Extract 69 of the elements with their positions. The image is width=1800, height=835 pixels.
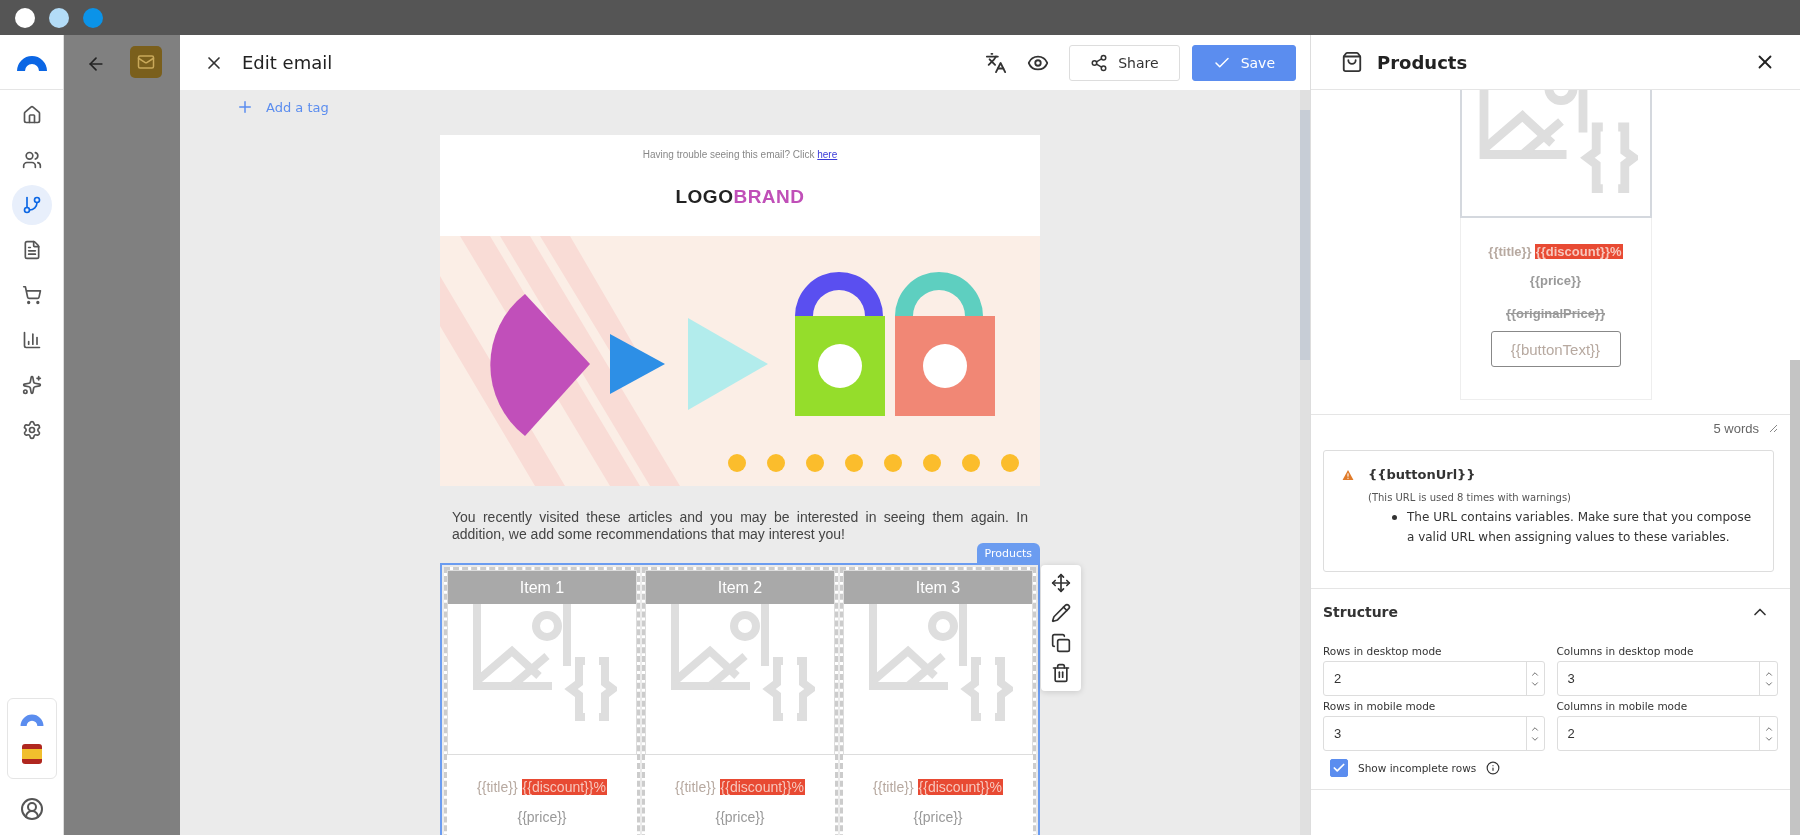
people-icon — [21, 150, 42, 170]
number-field[interactable]: 2 — [1323, 661, 1545, 696]
checkbox[interactable] — [1330, 759, 1348, 777]
section-title: Structure — [1323, 604, 1398, 620]
title-variable: {{title}} — [675, 779, 716, 795]
bar-chart-icon — [21, 330, 42, 350]
home-icon — [21, 105, 42, 125]
discount-variable: {{discount}}% — [521, 779, 607, 795]
title-variable: {{title}} — [477, 779, 518, 795]
body-paragraph: You recently visited these articles and you may be interested in seeing them again. In addition, we add some recommendations that may interest you! — [451, 508, 1029, 543]
info-icon[interactable] — [1486, 761, 1501, 775]
discount-variable: {{discount}}% — [1534, 244, 1623, 259]
discount-variable: {{discount}}% — [719, 779, 805, 795]
branch-icon — [21, 195, 42, 215]
title-variable: {{title}} — [1488, 244, 1532, 259]
cart-icon — [21, 285, 42, 305]
logo-icon — [18, 713, 45, 726]
warning-note: (This URL is used 8 times with warnings) — [1368, 492, 1572, 503]
check-icon — [1332, 761, 1346, 775]
move-icon[interactable] — [1051, 573, 1071, 593]
field-label: Rows in mobile mode — [1323, 700, 1437, 712]
item-header: Item 2 — [646, 571, 834, 604]
price-variable: {{price}} — [913, 809, 963, 825]
number-field[interactable]: 3 — [1323, 716, 1545, 751]
block-label: Products — [976, 543, 1040, 563]
scrollbar-thumb[interactable] — [1790, 360, 1800, 835]
resize-handle-icon[interactable] — [1769, 424, 1778, 433]
word-count: 5 words — [1713, 421, 1759, 436]
account-card[interactable] — [6, 698, 57, 779]
bullet-icon — [1392, 515, 1397, 520]
url-variable: {{buttonUrl}} — [1368, 467, 1477, 482]
pencil-icon[interactable] — [1051, 603, 1071, 623]
share-icon — [1090, 53, 1109, 72]
field-label: Columns in desktop mode — [1556, 645, 1695, 657]
settings-icon — [21, 420, 42, 440]
price-variable: {{price}} — [715, 809, 765, 825]
title-variable: {{title}} — [873, 779, 914, 795]
preheader-text: Having trouble seeing this email? Click here — [642, 149, 838, 160]
logo-icon — [14, 53, 49, 71]
checkbox-label: Show incomplete rows — [1358, 762, 1477, 774]
shopping-bag-icon — [1341, 51, 1363, 73]
logo-text: LOGOBRAND — [675, 186, 805, 208]
mail-icon — [137, 53, 155, 71]
sparkles-icon — [21, 375, 42, 395]
number-field[interactable]: 2 — [1556, 716, 1778, 751]
warning-message: The URL contains variables. Make sure that you compose a valid URL when assigning values to these variables. — [1407, 509, 1753, 546]
window-dot[interactable] — [83, 7, 103, 28]
panel-title: Products — [1377, 51, 1469, 73]
here-link[interactable]: here — [817, 149, 838, 160]
original-price-variable: {{originalPrice}} — [1506, 306, 1605, 321]
translate-icon[interactable] — [985, 51, 1008, 74]
discount-variable: {{discount}}% — [917, 779, 1003, 795]
share-button[interactable]: Share — [1069, 44, 1180, 81]
flag-icon[interactable] — [21, 744, 42, 764]
window-dot[interactable] — [15, 7, 35, 28]
field-label: Columns in mobile mode — [1556, 700, 1689, 712]
trash-icon[interactable] — [1051, 663, 1071, 683]
scrollbar-thumb[interactable] — [1300, 110, 1310, 360]
item-header: Item 1 — [448, 571, 636, 604]
price-variable: {{price}} — [517, 809, 567, 825]
nav-item[interactable] — [11, 185, 52, 225]
copy-icon[interactable] — [1051, 633, 1071, 653]
dialog-title: Edit email — [242, 52, 334, 73]
avatar-icon[interactable] — [19, 797, 44, 821]
number-field[interactable]: 3 — [1556, 661, 1778, 696]
field-label: Rows in desktop mode — [1323, 645, 1443, 657]
window-dot[interactable] — [49, 7, 69, 28]
price-variable: {{price}} — [1529, 273, 1582, 288]
item-header: Item 3 — [844, 571, 1032, 604]
